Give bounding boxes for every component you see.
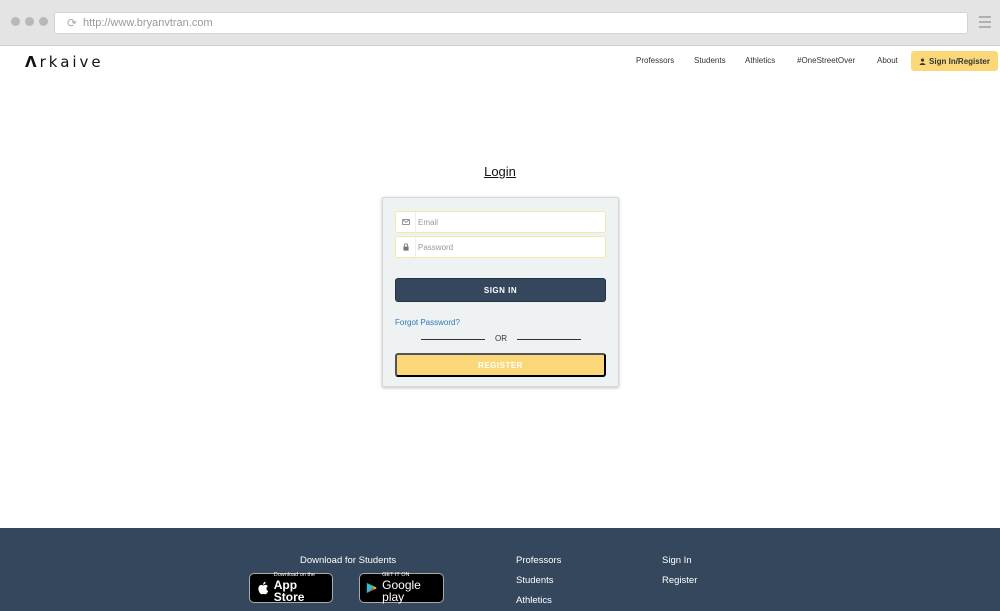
download-heading: Download for Students (300, 555, 397, 566)
forgot-password-link[interactable]: Forgot Password? (395, 318, 460, 327)
divider-line-left (421, 339, 485, 340)
login-card: SIGN IN Forgot Password? OR REGISTER (382, 197, 619, 387)
google-play-icon (366, 582, 377, 594)
logo-mark: Λ (25, 53, 40, 71)
footer-link-register[interactable]: Register (662, 575, 697, 586)
register-button[interactable]: REGISTER (395, 353, 606, 377)
hamburger-menu-icon[interactable] (979, 16, 991, 28)
apple-icon (258, 581, 269, 595)
lock-icon (396, 237, 416, 257)
google-play-big-text: Google play (382, 577, 421, 604)
maximize-dot[interactable] (39, 17, 48, 26)
or-divider: OR (421, 334, 581, 344)
nav-link-students[interactable]: Students (694, 56, 726, 65)
divider-line-right (517, 339, 581, 340)
minimize-dot[interactable] (25, 17, 34, 26)
nav-link-professors[interactable]: Professors (636, 56, 674, 65)
sign-in-button[interactable]: SIGN IN (395, 278, 606, 302)
site-footer: Download for Students Download on the Ap… (0, 528, 1000, 611)
email-input[interactable] (418, 214, 602, 230)
site-navbar: Λrkaive Professors Students Athletics #O… (0, 47, 1000, 77)
password-input[interactable] (418, 239, 602, 255)
site-logo[interactable]: Λrkaive (25, 53, 104, 71)
or-text: OR (495, 334, 507, 343)
reload-icon[interactable]: ⟳ (65, 16, 79, 30)
email-field (395, 211, 606, 233)
nav-link-athletics[interactable]: Athletics (745, 56, 775, 65)
browser-chrome: ⟳ http://www.bryanvtran.com (0, 0, 1000, 46)
footer-link-students[interactable]: Students (516, 575, 554, 586)
window-controls (11, 17, 48, 26)
footer-link-athletics[interactable]: Athletics (516, 595, 552, 606)
envelope-icon (396, 212, 416, 232)
logo-text: rkaive (39, 53, 104, 71)
url-text: http://www.bryanvtran.com (83, 17, 213, 29)
footer-link-professors[interactable]: Professors (516, 555, 561, 566)
app-store-badge[interactable]: Download on the App Store (249, 573, 333, 603)
google-play-badge[interactable]: GET IT ON Google play (359, 573, 444, 603)
nav-link-onestreetover[interactable]: #OneStreetOver (797, 56, 855, 65)
nav-signin-register-button[interactable]: Sign In/Register (911, 51, 998, 71)
login-title: Login (484, 164, 516, 179)
nav-link-about[interactable]: About (877, 56, 898, 65)
close-dot[interactable] (11, 17, 20, 26)
footer-link-sign-in[interactable]: Sign In (662, 555, 692, 566)
password-field (395, 236, 606, 258)
user-icon (919, 58, 926, 65)
app-store-big-text: App Store (273, 577, 305, 604)
address-bar[interactable]: ⟳ http://www.bryanvtran.com (54, 12, 968, 34)
nav-signin-label: Sign In/Register (929, 56, 990, 66)
